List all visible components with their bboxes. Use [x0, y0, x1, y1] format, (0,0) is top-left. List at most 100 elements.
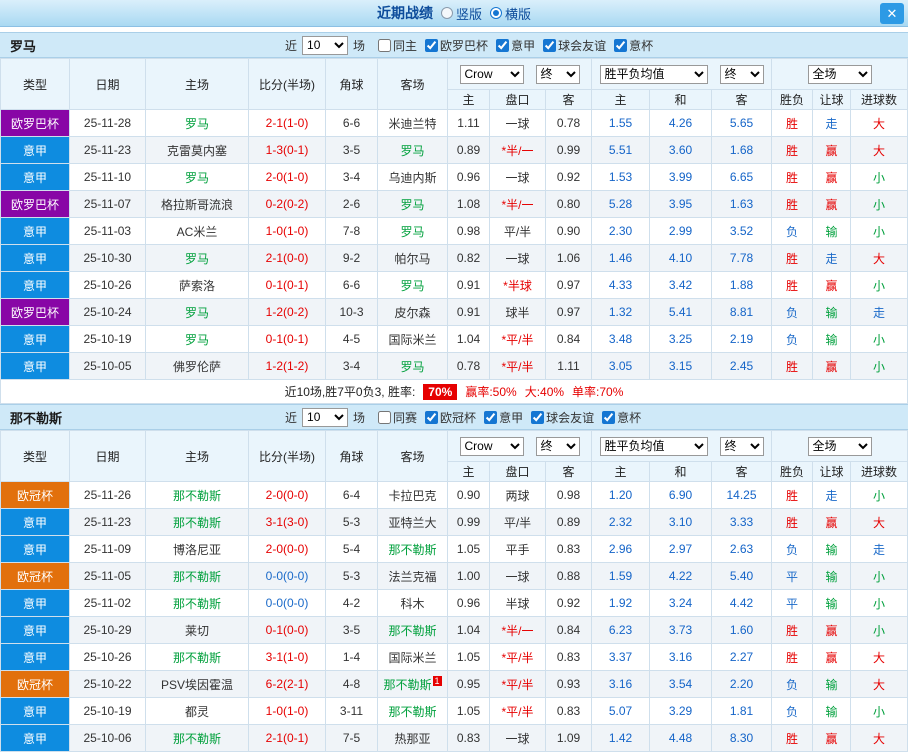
matches-body: 欧罗巴杯 25-11-28 罗马 2-1(1-0) 6-6 米迪兰特 1.11 一球 0.78 1… — [0, 109, 908, 380]
league-badge: 意甲 — [0, 508, 70, 536]
team-section-napoli: 那不勒斯 近 10 场 同赛 欧冠杯 意甲 球会友谊 意杯 类型 日期 主场 比分(半场… — [0, 404, 908, 752]
filter-checkbox[interactable] — [496, 38, 510, 52]
result-handicap: 走 — [812, 481, 852, 509]
filter-option-4[interactable]: 意杯 — [614, 37, 653, 54]
games-label: 场 — [353, 38, 366, 53]
filter-checkbox[interactable] — [614, 38, 628, 52]
asian-handicap: 平/半 — [489, 217, 546, 245]
filter-checkbox[interactable] — [378, 410, 392, 424]
euro-mean-select[interactable]: 胜平负均值 — [599, 64, 708, 84]
result-outcome: 负 — [771, 325, 814, 353]
euro-final-select[interactable]: 终 — [719, 64, 764, 84]
fullmatch-select[interactable]: 全场 — [807, 64, 872, 84]
close-icon[interactable]: ✕ — [880, 3, 904, 24]
final-score: 0-1(0-1) — [248, 325, 326, 353]
bookmaker-select[interactable]: Crow — [459, 436, 524, 456]
home-team: 那不勒斯 — [145, 724, 249, 752]
filter-checkbox[interactable] — [602, 410, 616, 424]
match-row: 欧冠杯 25-11-05 那不勒斯 0-0(0-0) 5-3 法兰克福 1.00 一球 0.88… — [0, 562, 908, 590]
filter-label: 欧冠杯 — [440, 410, 477, 425]
filter-option-0[interactable]: 同主 — [378, 37, 417, 54]
euro-draw-odds: 3.15 — [649, 352, 713, 380]
col-header-handicap: 盘口 — [489, 461, 546, 482]
col-header-goals: 进球数 — [850, 461, 908, 482]
league-badge: 意甲 — [0, 217, 70, 245]
asian-away-odds: 0.84 — [544, 616, 593, 644]
filter-option-2[interactable]: 意甲 — [496, 37, 535, 54]
filter-option-3[interactable]: 球会友谊 — [543, 37, 606, 54]
col-header-handicap-result: 让球 — [812, 461, 852, 482]
match-date: 25-11-03 — [69, 217, 146, 245]
result-outcome: 负 — [771, 697, 814, 725]
result-goals: 小 — [850, 271, 908, 299]
asian-away-odds: 0.90 — [544, 217, 593, 245]
result-outcome: 胜 — [771, 508, 814, 536]
match-count-select[interactable]: 10 — [302, 407, 349, 427]
euro-odds-group-header: 胜平负均值 终 — [591, 430, 773, 462]
home-team: 都灵 — [145, 697, 249, 725]
result-goals: 大 — [850, 136, 908, 164]
league-badge: 意甲 — [0, 724, 70, 752]
filter-checkbox[interactable] — [425, 410, 439, 424]
result-outcome: 胜 — [771, 109, 814, 137]
league-badge: 意甲 — [0, 589, 70, 617]
single-rate: 单率:70% — [572, 385, 624, 399]
filter-checkbox[interactable] — [425, 38, 439, 52]
asian-away-odds: 0.88 — [544, 562, 593, 590]
result-handicap: 输 — [812, 325, 852, 353]
match-date: 25-10-29 — [69, 616, 146, 644]
euro-home-odds: 2.32 — [591, 508, 651, 536]
corner-score: 3-4 — [325, 163, 378, 191]
layout-radio-horizontal[interactable]: 横版 — [490, 4, 531, 23]
asian-handicap: 一球 — [489, 163, 546, 191]
result-goals: 大 — [850, 643, 908, 671]
match-row: 欧罗巴杯 25-11-28 罗马 2-1(1-0) 6-6 米迪兰特 1.11 一球 0.78 1… — [0, 109, 908, 137]
away-team: 罗马 — [377, 190, 448, 218]
asian-away-odds: 0.97 — [544, 271, 593, 299]
euro-final-select[interactable]: 终 — [719, 436, 764, 456]
final-score: 6-2(2-1) — [248, 670, 326, 698]
euro-home-odds: 5.51 — [591, 136, 651, 164]
filter-option-0[interactable]: 同赛 — [378, 409, 417, 426]
filter-checkbox[interactable] — [484, 410, 498, 424]
result-handicap: 输 — [812, 589, 852, 617]
filter-checkbox[interactable] — [378, 38, 392, 52]
fullmatch-select[interactable]: 全场 — [807, 436, 872, 456]
euro-draw-odds: 3.73 — [649, 616, 713, 644]
filter-option-2[interactable]: 意甲 — [484, 409, 523, 426]
filter-checkbox[interactable] — [543, 38, 557, 52]
match-row: 意甲 25-10-19 罗马 0-1(0-1) 4-5 国际米兰 1.04 *平/半 0.84 3… — [0, 325, 908, 353]
filter-checkbox[interactable] — [531, 410, 545, 424]
corner-score: 3-4 — [325, 352, 378, 380]
euro-draw-odds: 3.54 — [649, 670, 713, 698]
asian-final-select[interactable]: 终 — [535, 64, 580, 84]
match-row: 意甲 25-11-10 罗马 2-0(1-0) 3-4 乌迪内斯 0.96 一球 0.92 1.5… — [0, 163, 908, 191]
radio-vertical-icon[interactable] — [440, 7, 453, 19]
asian-final-select[interactable]: 终 — [535, 436, 580, 456]
ranking-badge: 1 — [432, 675, 442, 686]
filter-option-1[interactable]: 欧罗巴杯 — [425, 37, 488, 54]
radio-horizontal-icon[interactable] — [490, 7, 502, 19]
asian-handicap: 一球 — [489, 562, 546, 590]
final-score: 3-1(3-0) — [248, 508, 326, 536]
filter-option-3[interactable]: 球会友谊 — [531, 409, 594, 426]
euro-mean-select[interactable]: 胜平负均值 — [599, 436, 708, 456]
euro-draw-odds: 2.99 — [649, 217, 713, 245]
col-header-score: 比分(半场) — [248, 430, 326, 482]
match-count-select[interactable]: 10 — [302, 35, 349, 55]
home-team: 佛罗伦萨 — [145, 352, 249, 380]
euro-home-odds: 2.96 — [591, 535, 651, 563]
radio-vertical-label: 竖版 — [455, 6, 482, 22]
league-badge: 意甲 — [0, 271, 70, 299]
near-label: 近 — [285, 410, 298, 425]
layout-radio-vertical[interactable]: 竖版 — [440, 4, 482, 23]
corner-score: 6-4 — [325, 481, 378, 509]
result-handicap: 赢 — [812, 190, 852, 218]
corner-score: 5-4 — [325, 535, 378, 563]
filter-option-1[interactable]: 欧冠杯 — [425, 409, 476, 426]
filter-option-4[interactable]: 意杯 — [602, 409, 641, 426]
away-team: 那不勒斯 — [377, 535, 448, 563]
bookmaker-select[interactable]: Crow — [459, 64, 524, 84]
asian-home-odds: 0.90 — [447, 481, 490, 509]
away-team: 科木 — [377, 589, 448, 617]
